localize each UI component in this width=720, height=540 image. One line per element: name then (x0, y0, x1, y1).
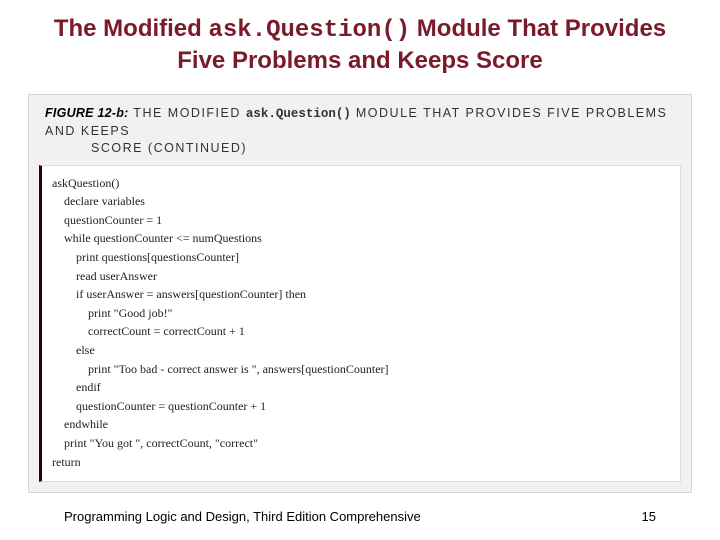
footer-book: Programming Logic and Design, Third Edit… (64, 509, 421, 524)
figure-caption-cont: SCORE (CONTINUED) (45, 140, 675, 157)
title-pre: The Modified (54, 15, 209, 42)
figure-caption: FIGURE 12-b: THE MODIFIED ask.Question()… (29, 95, 691, 165)
title-code: ask.Question() (208, 17, 410, 44)
figure-label: FIGURE 12-b: (45, 106, 129, 120)
code-area: askQuestion() declare variables question… (39, 165, 681, 483)
figure-caption-code: ask.Question() (246, 107, 351, 121)
footer-page: 15 (642, 509, 656, 524)
slide-title: The Modified ask.Question() Module That … (0, 0, 720, 86)
figure-box: FIGURE 12-b: THE MODIFIED ask.Question()… (28, 94, 692, 493)
figure-caption-before: THE MODIFIED (129, 106, 246, 120)
footer: Programming Logic and Design, Third Edit… (0, 509, 720, 524)
code-block: askQuestion() declare variables question… (42, 174, 680, 472)
